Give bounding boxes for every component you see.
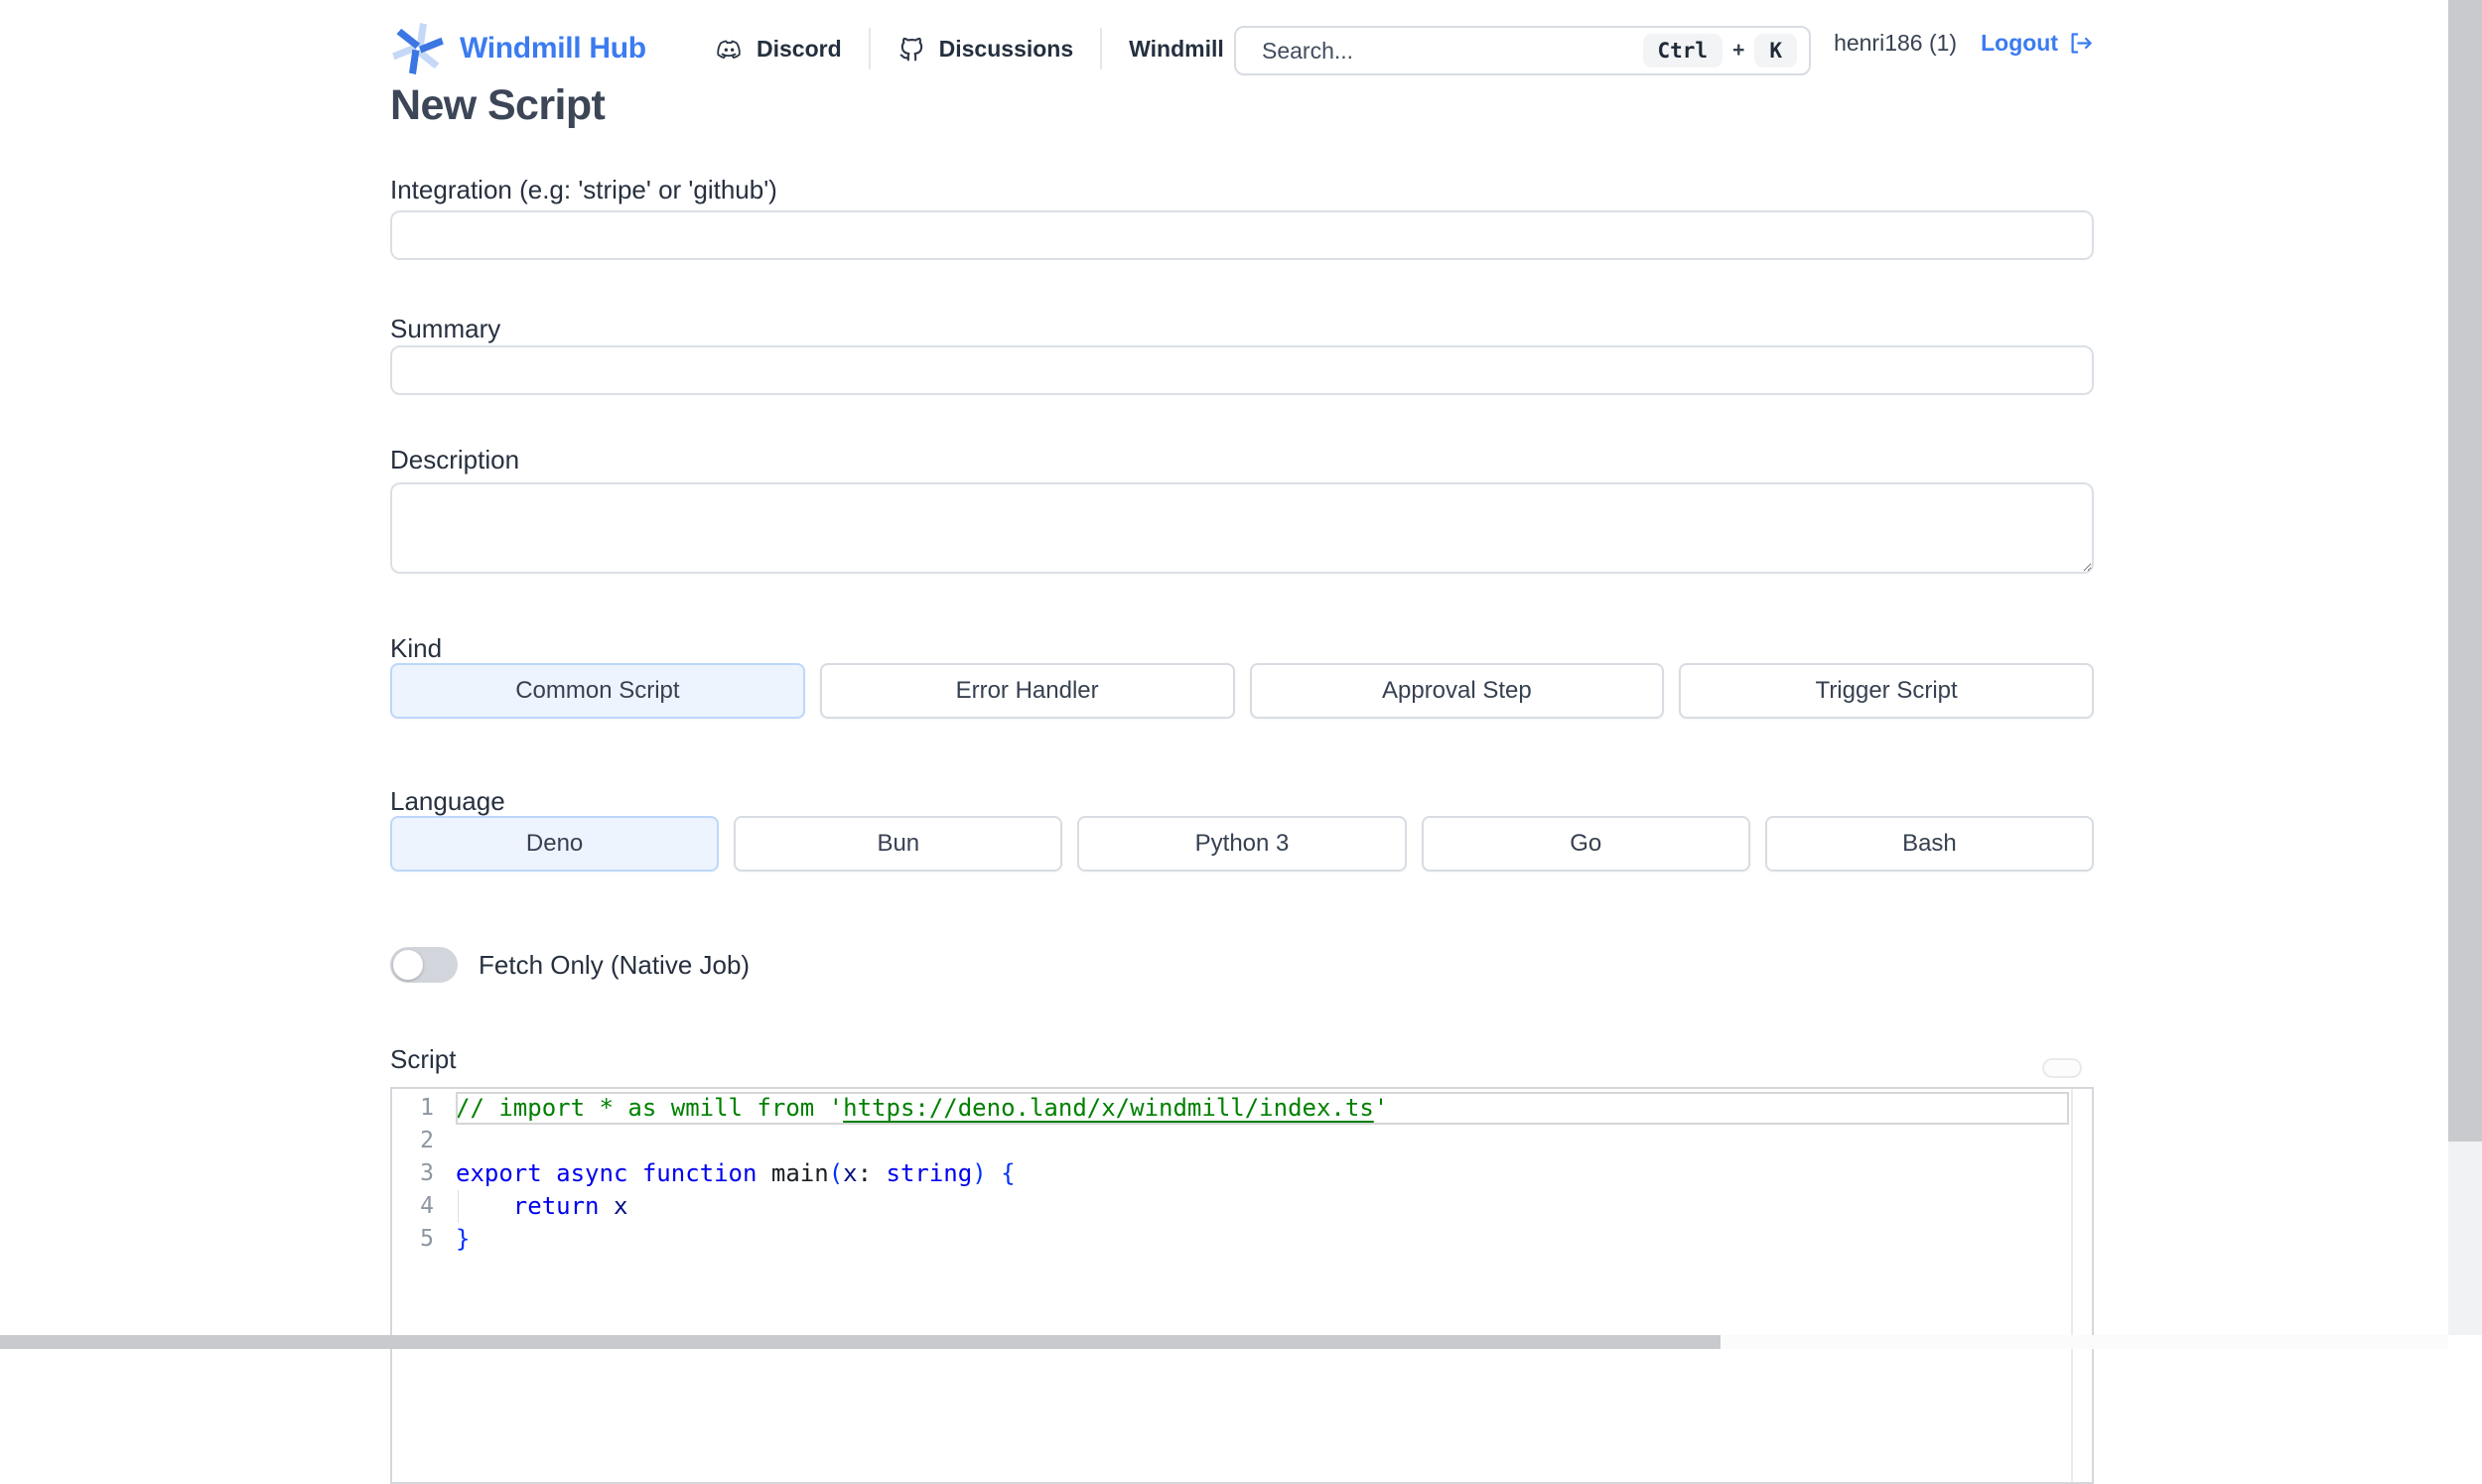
nav-label-windmill: Windmill bbox=[1129, 36, 1224, 63]
toggle-knob-icon bbox=[393, 950, 423, 980]
line-number: 4 bbox=[392, 1190, 456, 1223]
line-number: 5 bbox=[392, 1223, 456, 1256]
code-line: 1// import * as wmill from 'https://deno… bbox=[392, 1092, 2092, 1125]
kbd-plus: + bbox=[1732, 39, 1744, 63]
nav-label-discussions: Discussions bbox=[939, 36, 1074, 63]
horizontal-scrollbar-thumb[interactable] bbox=[0, 1335, 1721, 1349]
kbd-k: K bbox=[1754, 34, 1797, 67]
line-number: 1 bbox=[392, 1092, 456, 1125]
code-line: 3export async function main(x: string) { bbox=[392, 1157, 2092, 1190]
code-line-content bbox=[456, 1125, 2092, 1157]
github-icon bbox=[897, 35, 926, 64]
line-number: 3 bbox=[392, 1157, 456, 1190]
user-block: henri186 (1) Logout bbox=[1834, 30, 2094, 57]
language-option-go[interactable]: Go bbox=[1422, 816, 1750, 872]
code-line-content: } bbox=[456, 1223, 2092, 1256]
kind-options: Common Script Error Handler Approval StepT… bbox=[390, 663, 2094, 719]
logout-label: Logout bbox=[1981, 30, 2058, 57]
fetch-only-row: Fetch Only (Native Job) bbox=[390, 947, 750, 983]
code-area: 1// import * as wmill from 'https://deno… bbox=[392, 1089, 2092, 1256]
nav-item-discussions[interactable]: Discussions bbox=[871, 35, 1101, 64]
brand-name: Windmill Hub bbox=[460, 32, 646, 66]
vertical-scrollbar[interactable] bbox=[2448, 0, 2482, 1335]
language-options: Deno Bun Python 3 Go Bash bbox=[390, 816, 2094, 872]
discord-icon bbox=[715, 35, 744, 64]
username: henri186 (1) bbox=[1834, 30, 1957, 57]
kbd-ctrl: Ctrl bbox=[1643, 34, 1724, 67]
main-nav: Discord Discussions Windmill bbox=[688, 22, 1251, 75]
integration-label: Integration (e.g: 'stripe' or 'github') bbox=[390, 175, 777, 205]
logout-icon bbox=[2067, 30, 2094, 57]
language-option-bun[interactable]: Bun bbox=[734, 816, 1062, 872]
vertical-scrollbar-thumb[interactable] bbox=[2448, 0, 2482, 1142]
language-label: Language bbox=[390, 786, 505, 817]
summary-label: Summary bbox=[390, 314, 500, 344]
kind-option-common-script[interactable]: Common Script bbox=[390, 663, 805, 719]
code-line: 4 return x bbox=[392, 1190, 2092, 1223]
code-editor[interactable]: 1// import * as wmill from 'https://deno… bbox=[390, 1087, 2094, 1484]
script-label: Script bbox=[390, 1044, 456, 1075]
fetch-only-toggle[interactable] bbox=[390, 947, 458, 983]
line-number: 2 bbox=[392, 1125, 456, 1157]
logout-button[interactable]: Logout bbox=[1981, 30, 2094, 57]
language-option-bash[interactable]: Bash bbox=[1765, 816, 2094, 872]
language-option-python-3[interactable]: Python 3 bbox=[1077, 816, 1406, 872]
nav-item-windmill[interactable]: Windmill bbox=[1102, 36, 1251, 63]
kind-option-trigger-script[interactable]: Trigger Script bbox=[1679, 663, 2094, 719]
description-label: Description bbox=[390, 445, 519, 475]
code-line-content: export async function main(x: string) { bbox=[456, 1157, 2092, 1190]
page-title: New Script bbox=[390, 81, 605, 130]
nav-label-discord: Discord bbox=[757, 36, 842, 63]
summary-input[interactable] bbox=[390, 345, 2094, 395]
kind-option-error-handler[interactable]: Error Handler bbox=[820, 663, 1235, 719]
code-line: 2 bbox=[392, 1125, 2092, 1157]
search-placeholder: Search... bbox=[1262, 38, 1643, 65]
code-line-content: return x bbox=[456, 1190, 2092, 1223]
editor-options-pill[interactable] bbox=[2042, 1058, 2082, 1078]
fetch-only-label: Fetch Only (Native Job) bbox=[479, 950, 750, 981]
horizontal-scrollbar[interactable] bbox=[0, 1335, 2448, 1349]
kind-label: Kind bbox=[390, 633, 442, 664]
page-container: Windmill Hub Discord Discussions Windmil… bbox=[390, 0, 2094, 1349]
kind-option-approval-step[interactable]: Approval Step bbox=[1250, 663, 1665, 719]
description-textarea[interactable] bbox=[390, 482, 2094, 574]
language-option-deno[interactable]: Deno bbox=[390, 816, 719, 872]
windmill-logo-icon bbox=[390, 21, 446, 76]
integration-input[interactable] bbox=[390, 210, 2094, 260]
search-input[interactable]: Search... Ctrl + K bbox=[1234, 26, 1811, 75]
nav-item-discord[interactable]: Discord bbox=[688, 35, 869, 64]
code-line-content: // import * as wmill from 'https://deno.… bbox=[456, 1092, 2092, 1125]
brand[interactable]: Windmill Hub bbox=[390, 20, 646, 77]
code-line: 5} bbox=[392, 1223, 2092, 1256]
